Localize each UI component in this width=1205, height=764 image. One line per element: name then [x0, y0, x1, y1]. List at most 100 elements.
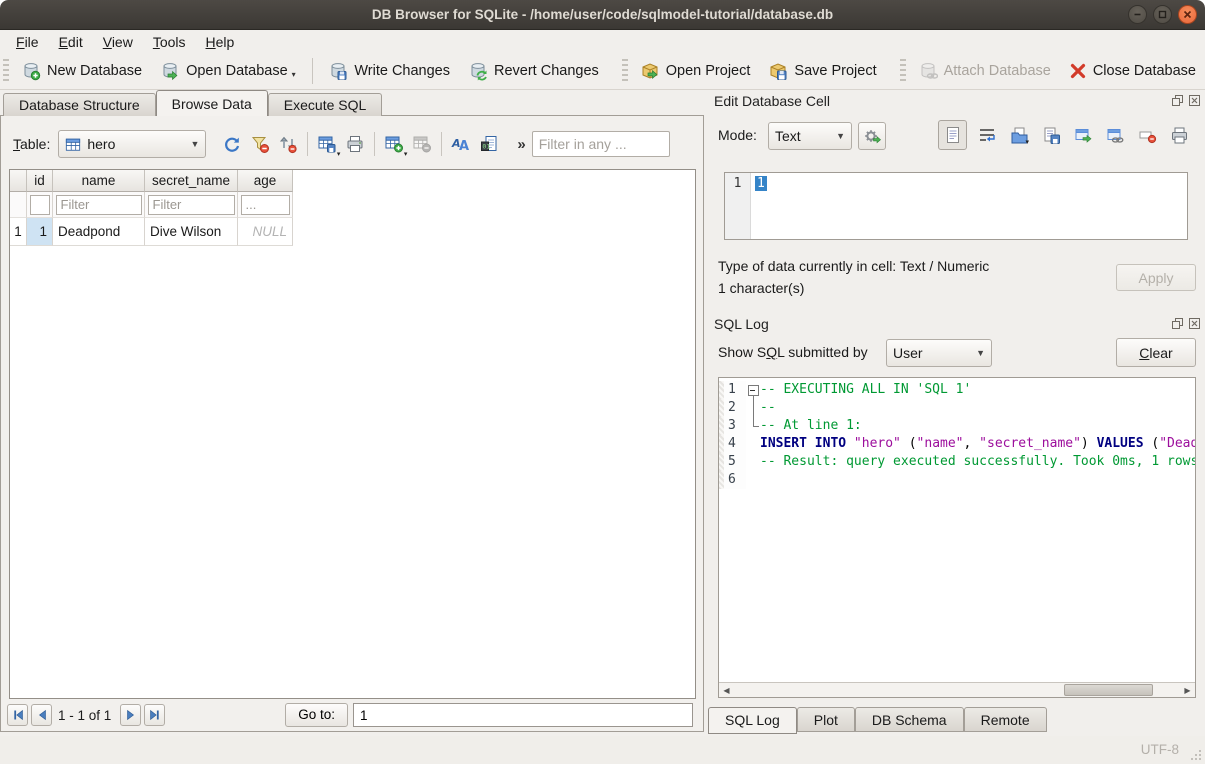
menu-view[interactable]: View: [93, 32, 143, 52]
cell-age[interactable]: NULL: [238, 218, 293, 246]
cell-editor[interactable]: 1 1: [724, 172, 1188, 240]
column-header-secret_name[interactable]: secret_name: [145, 170, 238, 192]
tab-execute-sql[interactable]: Execute SQL: [268, 93, 383, 116]
toolbar-drag-handle[interactable]: [3, 59, 9, 83]
window-arrow-icon: [1074, 126, 1093, 145]
mode-selector[interactable]: Text ▼: [768, 122, 852, 150]
left-pane: Database StructureBrowse DataExecute SQL…: [0, 90, 704, 736]
resize-grip[interactable]: [1190, 749, 1202, 761]
column-header-age[interactable]: age: [238, 170, 293, 192]
clear-filters-button[interactable]: [246, 130, 274, 158]
column-header-name[interactable]: name: [53, 170, 145, 192]
filter-input-age[interactable]: [241, 195, 290, 215]
filter-input-name[interactable]: [56, 195, 142, 215]
delete-record-icon: [412, 134, 432, 154]
filter-input-id[interactable]: [30, 195, 50, 215]
toolbar-drag-handle[interactable]: [900, 59, 906, 83]
edit-cell-dock-title: Edit Database Cell: [714, 93, 830, 109]
open-database-dropdown-caret[interactable]: ▾: [292, 70, 296, 81]
goto-record-input[interactable]: [353, 703, 693, 727]
horizontal-scrollbar[interactable]: ◀ ▶: [719, 682, 1195, 697]
dock-close-button[interactable]: [1188, 94, 1201, 107]
clear-sorting-button[interactable]: [274, 130, 302, 158]
next-record-button[interactable]: [120, 704, 141, 726]
scroll-left-arrow[interactable]: ◀: [719, 683, 734, 697]
minimize-button[interactable]: [1128, 5, 1147, 24]
print-button[interactable]: [341, 130, 369, 158]
scrollbar-thumb[interactable]: [1064, 684, 1153, 696]
tab-browse-data[interactable]: Browse Data: [156, 90, 268, 116]
revert-changes-button[interactable]: Revert Changes: [459, 56, 608, 86]
last-record-button[interactable]: [144, 704, 165, 726]
filter-any-column-input[interactable]: [532, 131, 670, 157]
open-url-button[interactable]: [1104, 124, 1126, 146]
goto-button[interactable]: Go to:: [285, 703, 348, 727]
binary-viewer-button[interactable]: 01: [475, 130, 503, 158]
edit-display-format-button[interactable]: A A: [447, 130, 475, 158]
previous-record-button[interactable]: [31, 704, 52, 726]
cell-secret_name[interactable]: Dive Wilson: [145, 218, 238, 246]
toolbar-separator: [374, 132, 375, 156]
sql-token: "name": [917, 436, 964, 451]
log-line-number: 3: [724, 417, 746, 435]
close-database-button[interactable]: Close Database: [1060, 57, 1205, 85]
dock-float-button[interactable]: [1171, 94, 1184, 107]
revert-changes-icon: [468, 61, 488, 81]
sql-log-viewer[interactable]: 1-- EXECUTING ALL IN 'SQL 1'2--3-- At li…: [718, 377, 1196, 698]
main-toolbar: New Database Open Database ▾ Write Chang…: [0, 53, 1205, 90]
save-table-button[interactable]: ▾: [313, 130, 341, 158]
delete-record-button[interactable]: [408, 130, 436, 158]
filter-input-secret_name[interactable]: [148, 195, 235, 215]
bottom-tab-sql-log[interactable]: SQL Log: [708, 707, 797, 734]
auto-apply-button[interactable]: [858, 122, 886, 150]
attach-database-button[interactable]: Attach Database: [909, 56, 1060, 86]
chevron-down-icon: ▼: [182, 139, 199, 149]
bottom-tab-plot[interactable]: Plot: [797, 707, 855, 732]
new-database-button[interactable]: New Database: [12, 56, 151, 86]
export-to-file-button[interactable]: [1072, 124, 1094, 146]
save-file-icon: [1042, 126, 1061, 145]
apply-button[interactable]: Apply: [1116, 264, 1196, 291]
import-data-button[interactable]: ▾: [1008, 124, 1030, 146]
menu-tools[interactable]: Tools: [143, 32, 196, 52]
menu-file[interactable]: File: [6, 32, 49, 52]
refresh-button[interactable]: [218, 130, 246, 158]
dock-close-button[interactable]: [1188, 317, 1201, 330]
bottom-tab-remote[interactable]: Remote: [964, 707, 1047, 732]
save-project-button[interactable]: Save Project: [759, 56, 885, 86]
scrollbar-track[interactable]: [734, 683, 1180, 697]
data-grid[interactable]: idnamesecret_nameage 11DeadpondDive Wilso…: [9, 169, 696, 699]
cell-name[interactable]: Deadpond: [53, 218, 145, 246]
save-table-icon: [317, 134, 337, 154]
dock-float-button[interactable]: [1171, 317, 1184, 330]
column-header-id[interactable]: id: [27, 170, 53, 192]
open-database-button[interactable]: Open Database ▾: [151, 56, 305, 86]
maximize-button[interactable]: [1153, 5, 1172, 24]
open-project-button[interactable]: Open Project: [631, 56, 760, 86]
text-mode-toggle[interactable]: [938, 120, 967, 150]
sql-token: -- Result: query executed successfully. …: [760, 454, 1195, 469]
toolbar-drag-handle[interactable]: [622, 59, 628, 83]
menu-edit[interactable]: Edit: [49, 32, 93, 52]
export-data-button[interactable]: [1040, 124, 1062, 146]
set-null-button[interactable]: [1136, 124, 1158, 146]
close-button[interactable]: [1178, 5, 1197, 24]
cell-editor-content[interactable]: 1: [751, 173, 1187, 239]
cell-id[interactable]: 1: [27, 218, 53, 246]
bottom-tab-db-schema[interactable]: DB Schema: [855, 707, 964, 732]
word-wrap-button[interactable]: [976, 124, 998, 146]
write-changes-button[interactable]: Write Changes: [319, 56, 459, 86]
insert-record-button[interactable]: ▾: [380, 130, 408, 158]
fold-marker[interactable]: [746, 381, 760, 399]
sql-log-source-selector[interactable]: User ▼: [886, 339, 992, 367]
first-record-button[interactable]: [7, 704, 28, 726]
print-cell-button[interactable]: [1168, 124, 1190, 146]
tab-database-structure[interactable]: Database Structure: [3, 93, 156, 116]
table-row[interactable]: 11DeadpondDive WilsonNULL: [10, 218, 695, 246]
table-selector[interactable]: hero ▼: [58, 130, 206, 158]
menu-help[interactable]: Help: [196, 32, 245, 52]
cell-char-count: 1 character(s): [718, 280, 804, 296]
toolbar-overflow-chevron[interactable]: »: [517, 136, 525, 153]
clear-log-button[interactable]: Clear: [1116, 338, 1196, 367]
scroll-right-arrow[interactable]: ▶: [1180, 683, 1195, 697]
